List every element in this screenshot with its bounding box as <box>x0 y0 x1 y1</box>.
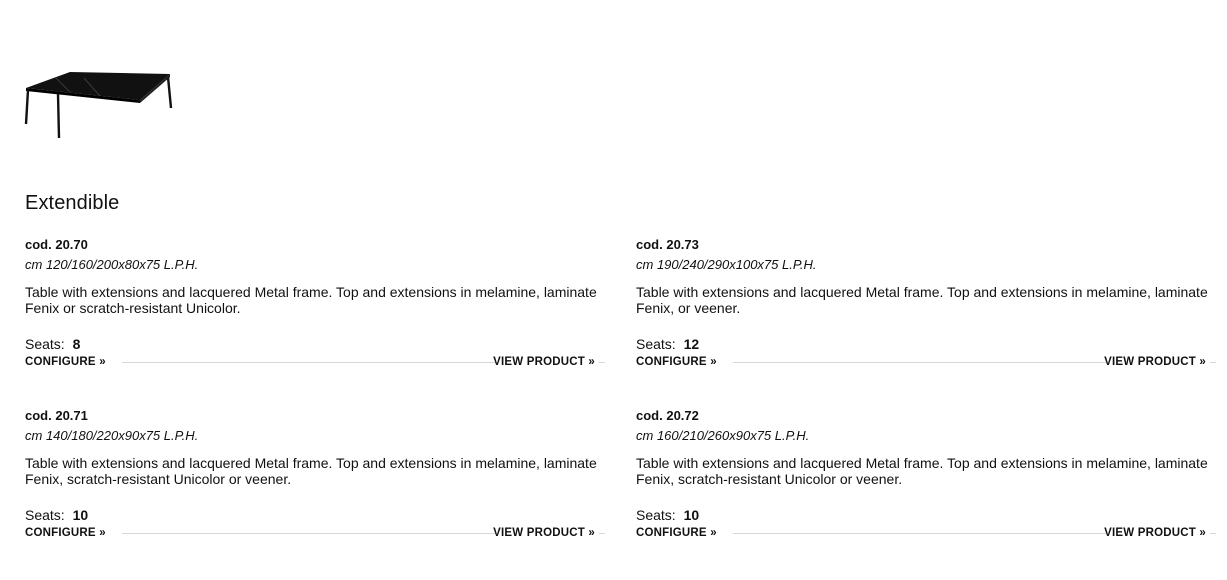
product-card-20-73: cod. 20.73 cm 190/240/290x100x75 L.P.H. … <box>636 237 1216 370</box>
divider-line-end <box>599 533 605 534</box>
product-card-20-71: cod. 20.71 cm 140/180/220x90x75 L.P.H. T… <box>25 408 605 541</box>
product-card-20-70: cod. 20.70 cm 120/160/200x80x75 L.P.H. T… <box>25 237 605 370</box>
product-code: cod. 20.70 <box>25 237 88 252</box>
seats-info: Seats: 10 <box>636 507 1216 524</box>
configure-link[interactable]: CONFIGURE » <box>636 354 717 370</box>
product-actions: CONFIGURE » VIEW PRODUCT » <box>25 354 605 370</box>
seats-label: Seats: <box>636 507 676 523</box>
view-product-link[interactable]: VIEW PRODUCT » <box>1104 354 1216 370</box>
seats-info: Seats: 8 <box>25 336 605 353</box>
seats-info: Seats: 10 <box>25 507 605 524</box>
view-product-link[interactable]: VIEW PRODUCT » <box>1104 525 1216 541</box>
seats-value: 10 <box>683 507 700 523</box>
product-dimensions: cm 160/210/260x90x75 L.P.H. <box>636 428 810 443</box>
product-description: Table with extensions and lacquered Meta… <box>636 284 1208 316</box>
divider-line <box>122 533 495 534</box>
seats-label: Seats: <box>636 336 676 352</box>
configure-link[interactable]: CONFIGURE » <box>25 354 106 370</box>
seats-value: 8 <box>72 336 81 352</box>
product-description: Table with extensions and lacquered Meta… <box>25 284 597 316</box>
table-product-image <box>20 66 180 142</box>
seats-value: 10 <box>72 507 89 523</box>
seats-value: 12 <box>683 336 700 352</box>
product-description: Table with extensions and lacquered Meta… <box>25 455 597 487</box>
divider-line <box>733 533 1106 534</box>
product-code: cod. 20.72 <box>636 408 699 423</box>
product-description: Table with extensions and lacquered Meta… <box>636 455 1208 487</box>
divider-line-end <box>1210 362 1216 363</box>
configure-link[interactable]: CONFIGURE » <box>636 525 717 541</box>
seats-label: Seats: <box>25 507 65 523</box>
divider-line <box>122 362 495 363</box>
divider-line-end <box>599 362 605 363</box>
product-dimensions: cm 140/180/220x90x75 L.P.H. <box>25 428 199 443</box>
product-dimensions: cm 120/160/200x80x75 L.P.H. <box>25 257 199 272</box>
divider-line <box>733 362 1106 363</box>
product-code: cod. 20.73 <box>636 237 699 252</box>
seats-info: Seats: 12 <box>636 336 1216 353</box>
divider-line-end <box>1210 533 1216 534</box>
product-actions: CONFIGURE » VIEW PRODUCT » <box>636 525 1216 541</box>
product-actions: CONFIGURE » VIEW PRODUCT » <box>636 354 1216 370</box>
view-product-link[interactable]: VIEW PRODUCT » <box>493 525 605 541</box>
product-dimensions: cm 190/240/290x100x75 L.P.H. <box>636 257 817 272</box>
product-code: cod. 20.71 <box>25 408 88 423</box>
configure-link[interactable]: CONFIGURE » <box>25 525 106 541</box>
section-title: Extendible <box>25 192 120 214</box>
seats-label: Seats: <box>25 336 65 352</box>
product-actions: CONFIGURE » VIEW PRODUCT » <box>25 525 605 541</box>
product-card-20-72: cod. 20.72 cm 160/210/260x90x75 L.P.H. T… <box>636 408 1216 541</box>
view-product-link[interactable]: VIEW PRODUCT » <box>493 354 605 370</box>
extendible-table-illustration <box>24 72 173 139</box>
